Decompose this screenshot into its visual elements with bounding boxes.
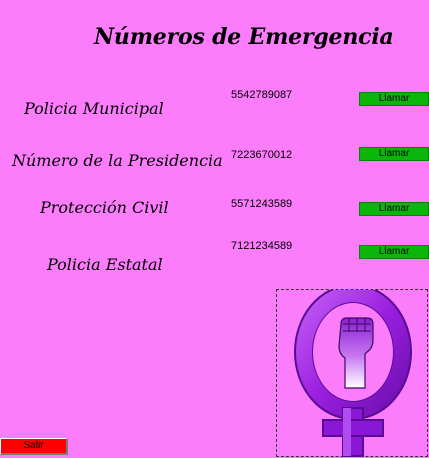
contact-phone-policia-estatal: 7121234589: [231, 240, 293, 252]
exit-button[interactable]: Salir: [0, 438, 68, 455]
contact-label-presidencia: Número de la Presidencia: [12, 151, 223, 170]
contact-label-policia-municipal: Policia Municipal: [24, 99, 164, 118]
contact-phone-proteccion-civil: 5571243589: [231, 198, 293, 210]
logo-image: [276, 289, 428, 457]
call-button-policia-municipal[interactable]: Llamar: [359, 92, 429, 106]
contact-phone-presidencia: 7223670012: [231, 149, 293, 161]
page-title: Números de Emergencia: [94, 24, 394, 50]
call-button-policia-estatal[interactable]: Llamar: [359, 245, 429, 259]
call-button-presidencia[interactable]: Llamar: [359, 147, 429, 161]
call-button-proteccion-civil[interactable]: Llamar: [359, 202, 429, 216]
contact-label-proteccion-civil: Protección Civil: [40, 198, 169, 217]
contact-phone-policia-municipal: 5542789087: [231, 89, 293, 101]
contact-label-policia-estatal: Policia Estatal: [47, 255, 163, 274]
feminist-fist-venus-symbol-icon: [294, 290, 412, 457]
